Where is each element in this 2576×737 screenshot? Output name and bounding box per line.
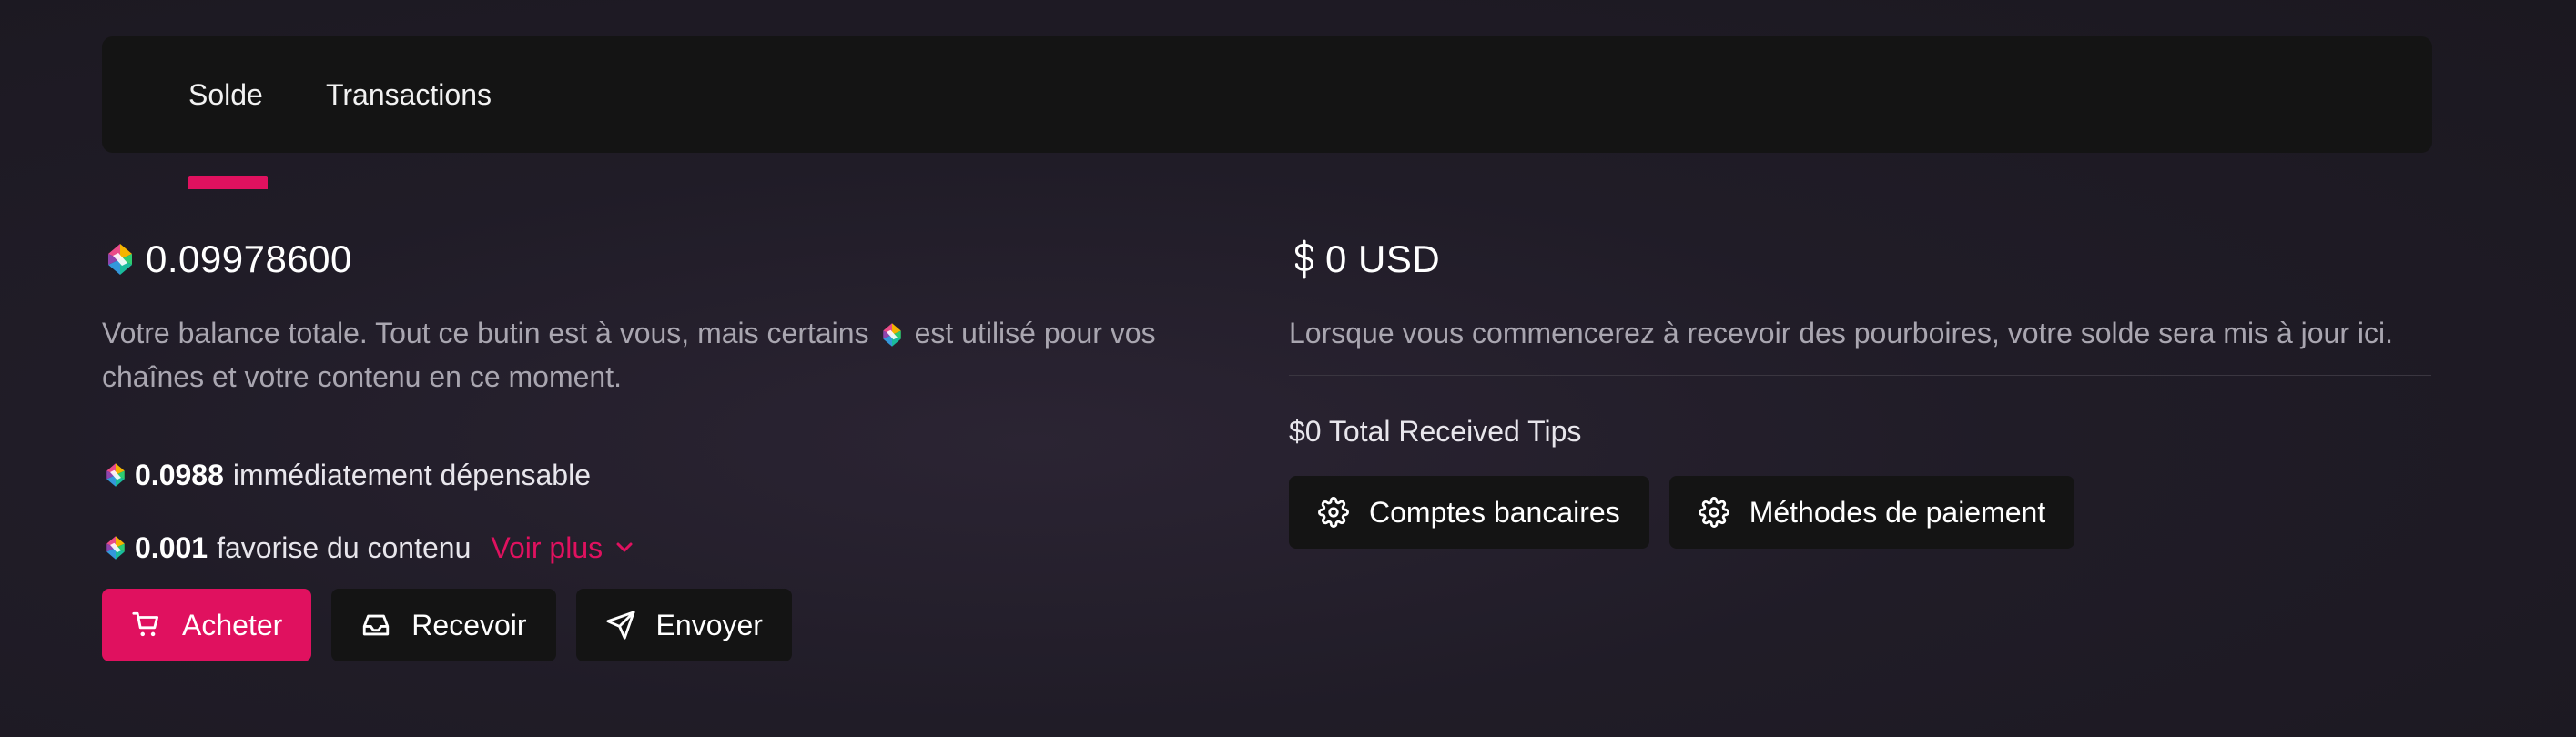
balance-section: 0.09978600 Votre balance totale. Tout ce…	[102, 227, 1244, 661]
gear-icon	[1699, 497, 1729, 528]
tips-description: Lorsque vous commencerez à recevoir des …	[1289, 311, 2431, 376]
gear-icon	[1318, 497, 1349, 528]
spendable-value: 0.0988	[135, 458, 224, 491]
tips-section: 0 USD Lorsque vous commencerez à recevoi…	[1289, 227, 2431, 549]
lbc-token-icon	[102, 461, 129, 489]
usd-value: 0 USD	[1325, 237, 1441, 280]
chevron-down-icon	[616, 542, 633, 552]
bank-accounts-button[interactable]: Comptes bancaires	[1289, 476, 1649, 549]
spendable-row: 0.0988 immédiatement dépensable	[102, 452, 1244, 498]
buy-button[interactable]: Acheter	[102, 589, 312, 661]
active-tab-indicator	[188, 176, 268, 189]
lbc-token-icon	[102, 241, 138, 278]
send-icon	[605, 611, 635, 640]
favored-value: 0.001	[135, 530, 208, 564]
send-button[interactable]: Envoyer	[575, 589, 792, 661]
inbox-icon	[363, 614, 390, 636]
balance-description: Votre balance totale. Tout ce butin est …	[102, 311, 1244, 419]
lbc-token-icon	[102, 534, 129, 561]
tab-solde[interactable]: Solde	[188, 36, 263, 153]
payment-methods-button[interactable]: Méthodes de paiement	[1668, 476, 2075, 549]
spendable-label: immédiatement dépensable	[232, 458, 591, 491]
lbc-token-icon	[878, 321, 906, 348]
see-more-link[interactable]: Voir plus	[491, 531, 634, 565]
favored-label: favorise du contenu	[217, 530, 472, 564]
wallet-actions: Acheter Recevoir Envoyer	[102, 589, 1244, 661]
favored-row: 0.001 favorise du contenu Voir plus	[102, 525, 1244, 570]
balance-value: 0.09978600	[146, 237, 352, 280]
tips-actions: Comptes bancaires Méthodes de paiement	[1289, 476, 2431, 549]
cart-icon	[132, 611, 159, 637]
balance-amount: 0.09978600	[102, 227, 1244, 291]
receive-button[interactable]: Recevoir	[331, 589, 556, 661]
dollar-icon	[1294, 239, 1314, 279]
total-received-tips: $0 Total Received Tips	[1289, 414, 1582, 448]
tab-bar: Solde Transactions	[102, 36, 2432, 189]
usd-amount: 0 USD	[1289, 227, 2431, 291]
tab-transactions[interactable]: Transactions	[326, 36, 492, 153]
